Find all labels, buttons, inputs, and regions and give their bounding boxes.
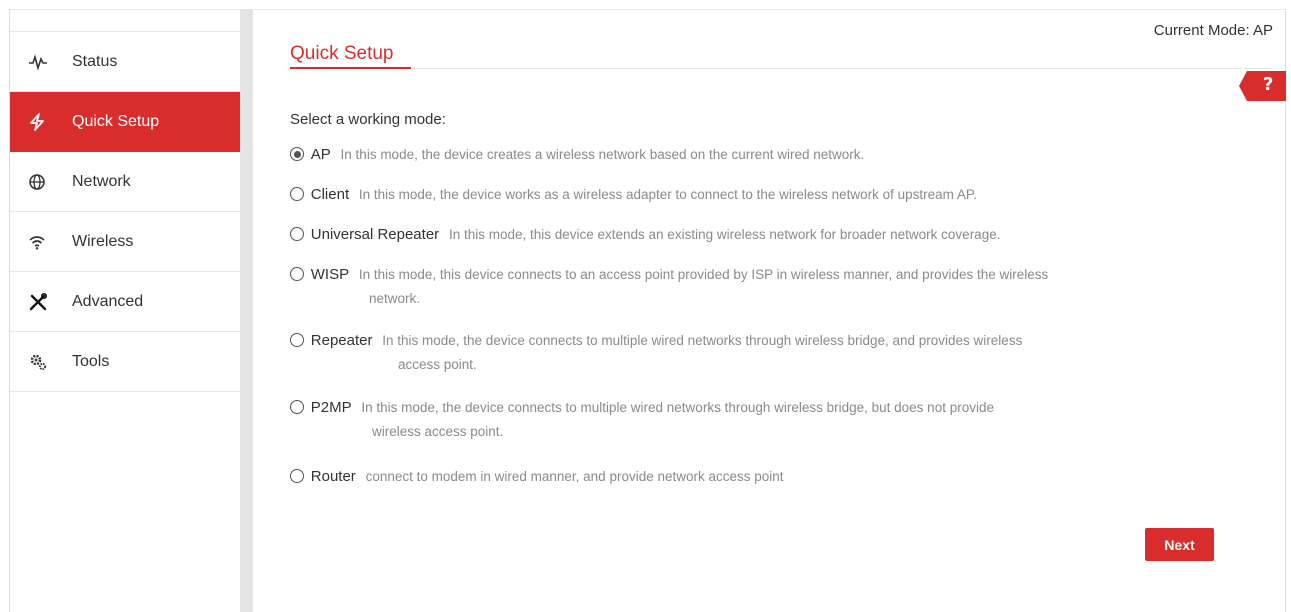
mode-option-ap[interactable]: AP In this mode, the device creates a wi… bbox=[290, 143, 1230, 167]
mode-name: Client bbox=[310, 186, 350, 203]
mode-radio[interactable] bbox=[290, 227, 304, 241]
mode-description: In this mode, the device connects to mul… bbox=[382, 333, 1023, 348]
mode-option-repeater[interactable]: Repeater In this mode, the device connec… bbox=[290, 329, 1230, 377]
globe-icon bbox=[28, 172, 56, 192]
mode-description-continued: network. bbox=[369, 291, 421, 306]
mode-option-universal-repeater[interactable]: Universal Repeater In this mode, this de… bbox=[290, 223, 1230, 247]
mode-description: connect to modem in wired manner, and pr… bbox=[365, 469, 784, 484]
sidebar-item-tools[interactable]: Tools bbox=[10, 332, 240, 392]
mode-option-router[interactable]: Router connect to modem in wired manner,… bbox=[290, 465, 1230, 489]
mode-radio[interactable] bbox=[290, 267, 304, 281]
sidebar-item-network[interactable]: Network bbox=[10, 152, 240, 212]
pulse-icon bbox=[28, 52, 56, 72]
current-mode-indicator: Current Mode: AP bbox=[1153, 22, 1273, 39]
mode-name: Universal Repeater bbox=[310, 226, 440, 243]
sidebar-item-label: Advanced bbox=[72, 292, 144, 310]
sidebar-item-advanced[interactable]: Advanced bbox=[10, 272, 240, 332]
help-icon: ? bbox=[1263, 74, 1274, 95]
mode-name: AP bbox=[310, 146, 331, 163]
mode-radio[interactable] bbox=[290, 187, 304, 201]
sidebar-item-label: Wireless bbox=[72, 232, 134, 250]
mode-name: Router bbox=[310, 468, 356, 485]
mode-radio[interactable] bbox=[290, 147, 304, 161]
mode-name: P2MP bbox=[310, 399, 352, 416]
mode-description: In this mode, this device connects to an… bbox=[358, 267, 1049, 282]
mode-option-p2mp[interactable]: P2MP In this mode, the device connects t… bbox=[290, 396, 1230, 444]
title-underline bbox=[290, 67, 411, 69]
page-title: Quick Setup bbox=[290, 43, 394, 64]
sidebar-item-label: Status bbox=[72, 52, 118, 70]
help-button[interactable]: ? bbox=[1239, 71, 1286, 101]
mode-prompt: Select a working mode: bbox=[290, 111, 446, 128]
lightning-icon bbox=[28, 112, 56, 132]
mode-description: In this mode, the device works as a wire… bbox=[358, 187, 977, 202]
sidebar-item-status[interactable]: Status bbox=[10, 32, 240, 92]
mode-name: WISP bbox=[310, 266, 350, 283]
next-button[interactable]: Next bbox=[1145, 528, 1214, 561]
sidebar-item-label: Tools bbox=[72, 352, 110, 370]
title-divider bbox=[411, 68, 1271, 69]
mode-description: In this mode, the device connects to mul… bbox=[361, 400, 994, 415]
mode-name: Repeater bbox=[310, 332, 373, 349]
sidebar-item-wireless[interactable]: Wireless bbox=[10, 212, 240, 272]
sidebar-divider bbox=[240, 10, 253, 612]
gears-icon bbox=[28, 352, 56, 372]
mode-option-client[interactable]: Client In this mode, the device works as… bbox=[290, 183, 1230, 207]
mode-description: In this mode, the device creates a wirel… bbox=[340, 147, 865, 162]
tools-icon bbox=[28, 292, 56, 312]
sidebar-item-quick-setup[interactable]: Quick Setup bbox=[10, 92, 240, 152]
mode-description: In this mode, this device extends an exi… bbox=[448, 227, 1001, 242]
mode-description-continued: wireless access point. bbox=[372, 424, 504, 439]
mode-description-continued: access point. bbox=[398, 357, 477, 372]
mode-radio[interactable] bbox=[290, 469, 304, 483]
sidebar-item-label: Quick Setup bbox=[72, 112, 160, 130]
mode-radio[interactable] bbox=[290, 333, 304, 347]
sidebar-item-label: Network bbox=[72, 172, 131, 190]
mode-radio[interactable] bbox=[290, 400, 304, 414]
wifi-icon bbox=[28, 232, 56, 252]
mode-option-wisp[interactable]: WISP In this mode, this device connects … bbox=[290, 263, 1230, 311]
